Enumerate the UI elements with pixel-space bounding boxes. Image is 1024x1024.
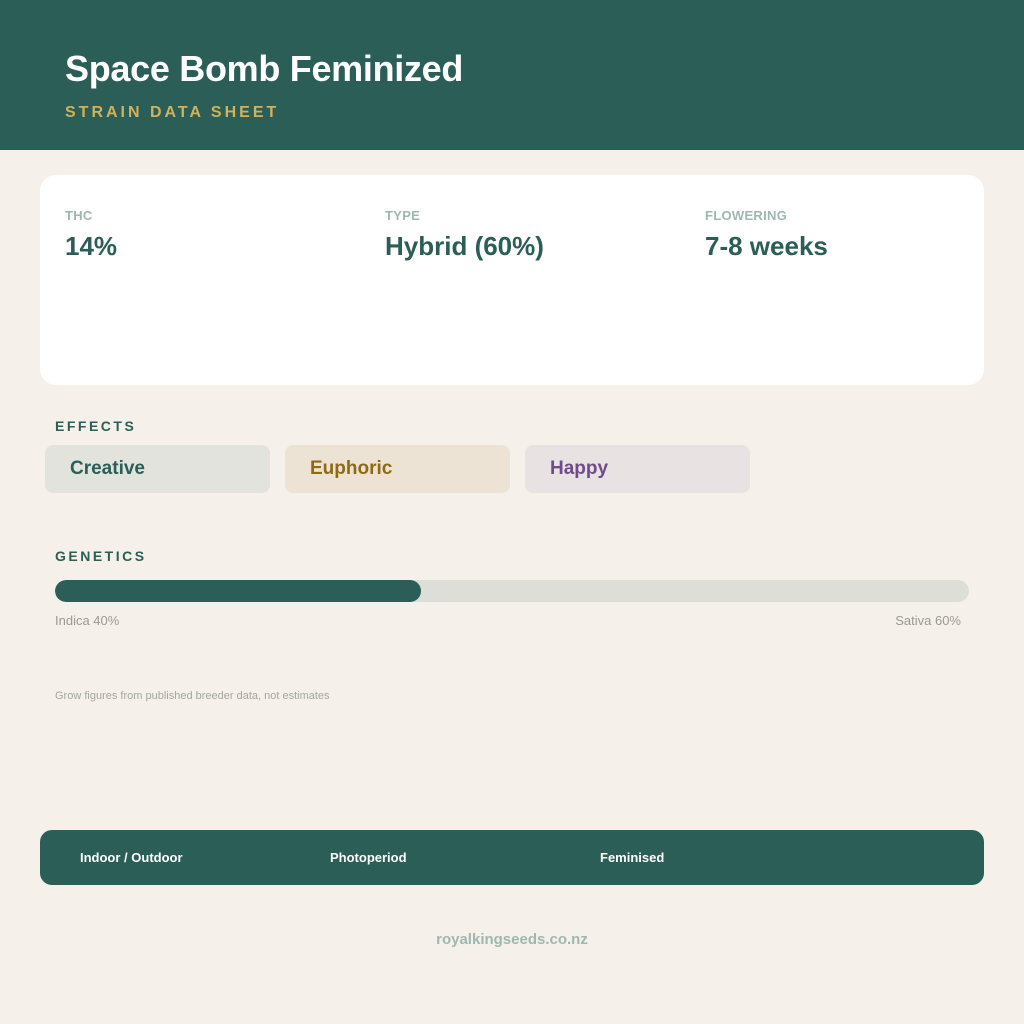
genetics-bar <box>55 580 969 602</box>
site-link[interactable]: royalkingseeds.co.nz <box>0 931 1024 949</box>
seed-type: Feminised <box>600 850 665 865</box>
indica-label: Indica 40% <box>55 613 120 628</box>
page-title: Space Bomb Feminized <box>65 48 464 89</box>
effect-chip-creative: Creative <box>45 445 270 493</box>
grow-cycle: Photoperiod <box>330 850 407 865</box>
genetics-heading: GENETICS <box>55 548 147 564</box>
stat-value: 14% <box>65 231 118 261</box>
effect-chip-euphoric: Euphoric <box>285 445 510 493</box>
grow-environment: Indoor / Outdoor <box>80 850 183 865</box>
stat-value: Hybrid (60%) <box>385 231 544 261</box>
stat-label: FLOWERING <box>705 208 788 223</box>
stat-type: TYPE Hybrid (60%) <box>385 208 544 261</box>
effect-chip-happy: Happy <box>525 445 750 493</box>
effects-heading: EFFECTS <box>55 418 137 434</box>
stat-value: 7-8 weeks <box>705 231 828 261</box>
stat-label: THC <box>65 208 93 223</box>
stat-flowering: FLOWERING 7-8 weeks <box>705 208 828 261</box>
sativa-label: Sativa 60% <box>895 613 961 628</box>
stats-card: THC 14% TYPE Hybrid (60%) FLOWERING 7-8 … <box>40 175 984 385</box>
indica-bar-fill <box>55 580 421 602</box>
stat-thc: THC 14% <box>65 208 117 261</box>
grow-info-bar: Indoor / Outdoor Photoperiod Feminised <box>40 830 984 885</box>
stat-label: TYPE <box>385 208 421 223</box>
data-source-note: Grow figures from published breeder data… <box>55 690 330 702</box>
header-banner: Space Bomb Feminized STRAIN DATA SHEET <box>0 0 1024 150</box>
page-subtitle: STRAIN DATA SHEET <box>65 104 280 121</box>
